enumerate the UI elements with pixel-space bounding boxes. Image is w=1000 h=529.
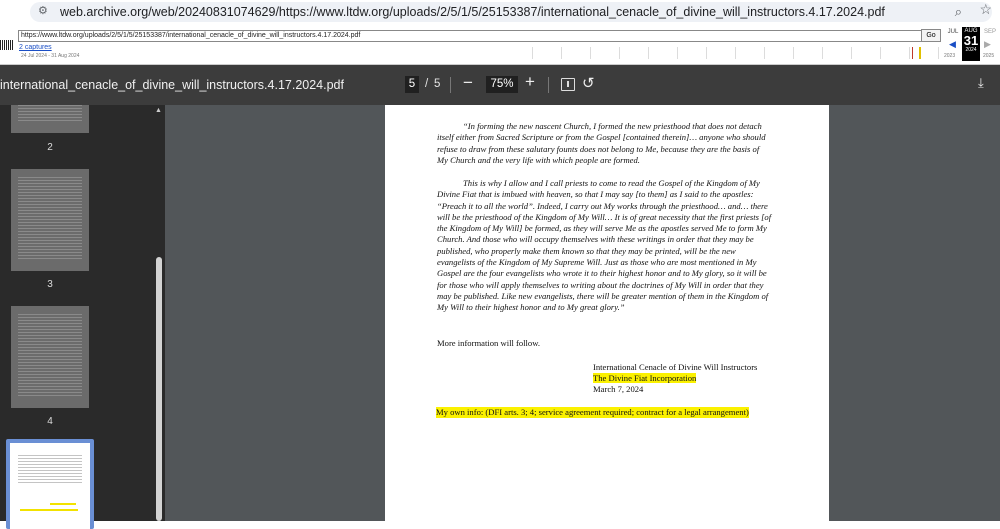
pdf-title: international_cenacle_of_divine_will_ins…: [0, 78, 344, 92]
download-icon[interactable]: ⤓: [978, 75, 984, 91]
thumbnail-label: 4: [47, 416, 53, 427]
wayback-go-button[interactable]: Go: [921, 29, 941, 42]
next-month[interactable]: SEP: [980, 29, 1000, 35]
text-line: refuse to draw from these salutary fount…: [437, 143, 760, 154]
current-day: 31: [963, 33, 979, 48]
sparkline-mark: [912, 47, 913, 59]
text-line: Gospel are the four evangelists who wrot…: [437, 268, 767, 279]
sparkline-mark: [919, 47, 921, 59]
thumbnail-sidebar[interactable]: 2 3 4 ▲: [0, 105, 165, 529]
wayback-url-input[interactable]: https://www.ltdw.org/uploads/2/5/1/5/251…: [18, 30, 922, 42]
address-url[interactable]: web.archive.org/web/20240831074629/https…: [60, 5, 885, 19]
paragraph-1: “In forming the new nascent Church, I fo…: [437, 121, 777, 166]
capture-sparkline[interactable]: [532, 47, 942, 59]
zoom-level-input[interactable]: 75%: [486, 76, 518, 93]
signature-date: March 7, 2024: [593, 384, 644, 394]
text-line: My Church and the very life with which p…: [437, 154, 640, 165]
page-thumbnail-3[interactable]: [11, 169, 89, 271]
prev-year[interactable]: 2023: [944, 53, 955, 59]
paragraph-2: This is why I allow and I call priests t…: [437, 178, 777, 314]
fit-to-page-icon[interactable]: [561, 78, 575, 91]
signature-line-1: International Cenacle of Divine Will Ins…: [593, 362, 758, 372]
zoom-icon[interactable]: ⌕: [955, 4, 962, 20]
own-info-note: My own info: (DFI arts. 3; 4; service ag…: [436, 407, 749, 418]
prev-capture-arrow-icon[interactable]: ◀: [949, 39, 956, 50]
text-line: “In forming the new nascent Church, I fo…: [463, 121, 762, 131]
document-viewer[interactable]: “In forming the new nascent Church, I fo…: [165, 105, 1000, 521]
page-thumbnail-4[interactable]: [11, 306, 89, 408]
sidebar-scroll-thumb[interactable]: [156, 257, 162, 521]
scroll-up-icon[interactable]: ▲: [155, 107, 162, 114]
wayback-logo[interactable]: [0, 30, 14, 58]
address-bar[interactable]: ⚙ web.archive.org/web/20240831074629/htt…: [30, 2, 992, 22]
toolbar-divider: [548, 77, 549, 93]
page-thumbnail-2[interactable]: [11, 105, 89, 133]
wayback-toolbar: https://www.ltdw.org/uploads/2/5/1/5/251…: [0, 26, 1000, 65]
more-info-line: More information will follow.: [437, 338, 541, 348]
thumbnail-label: 3: [47, 279, 53, 290]
next-capture-arrow-icon[interactable]: ▶: [984, 39, 991, 50]
captures-link[interactable]: 2 captures: [19, 44, 52, 51]
text-line: evangelists of the Kingdom of My Supreme…: [437, 257, 757, 268]
page-separator: /: [425, 78, 429, 90]
zoom-in-icon[interactable]: +: [525, 72, 535, 92]
text-line: the Kingdom of My Will] be formed, as th…: [437, 223, 767, 234]
capture-range: 24 Jul 2024 - 31 Aug 2024: [21, 53, 80, 59]
pdf-page: “In forming the new nascent Church, I fo…: [385, 105, 829, 521]
text-line: for those who will apply themselves to w…: [437, 279, 764, 290]
prev-month[interactable]: JUL: [943, 29, 963, 35]
text-line: My Will to their highest honor and to My…: [437, 302, 625, 313]
text-line: may be published. Like new evangelists, …: [437, 290, 769, 301]
text-line: published, who properly make them known …: [437, 245, 736, 256]
text-line: “Preach it to all the world”. Indeed, I …: [437, 200, 768, 211]
text-line: Divine Fiat that is imbued with heaven, …: [437, 189, 754, 200]
next-year[interactable]: 2025: [983, 53, 994, 59]
page-total: 5: [434, 78, 441, 90]
text-line: will be the priesthood of the Kingdom of…: [437, 211, 772, 222]
page-thumbnail-5[interactable]: [6, 439, 94, 529]
site-info-icon[interactable]: ⚙: [38, 4, 48, 17]
text-line: Church. And those who will occupy themse…: [437, 234, 754, 245]
pdf-toolbar: international_cenacle_of_divine_will_ins…: [0, 65, 1000, 105]
text-line: This is why I allow and I call priests t…: [463, 178, 760, 188]
thumbnail-label: 2: [47, 142, 53, 153]
signature-line-2: The Divine Fiat Incorporation: [593, 373, 697, 384]
toolbar-divider: [450, 77, 451, 93]
rotate-icon[interactable]: ↺: [582, 74, 595, 92]
bookmark-star-icon[interactable]: ☆: [979, 1, 992, 18]
current-capture-date: AUG 31 2024: [962, 27, 980, 61]
browser-toolbar: ⚙ web.archive.org/web/20240831074629/htt…: [0, 0, 1000, 26]
zoom-out-icon[interactable]: −: [463, 73, 473, 93]
page-number-input[interactable]: 5: [405, 76, 419, 93]
wayback-logo-icon: [0, 40, 13, 50]
text-line: itself either from Sacred Scripture or f…: [437, 132, 766, 143]
highlighted-text: The Divine Fiat Incorporation: [593, 373, 697, 383]
